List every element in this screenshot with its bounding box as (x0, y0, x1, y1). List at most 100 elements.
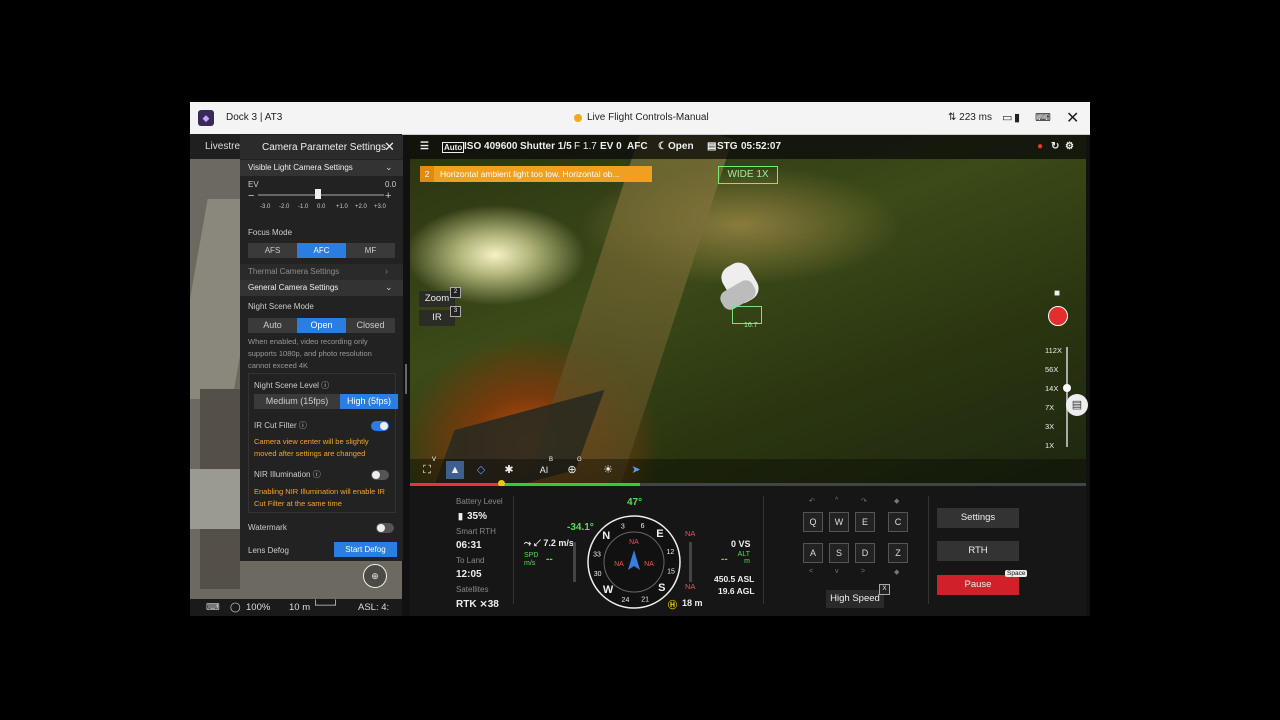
ev-slider[interactable] (258, 189, 384, 199)
compass-label: 6 (641, 523, 645, 530)
segment-option[interactable]: AFS (248, 243, 297, 258)
na-label: NA (614, 561, 624, 568)
rotate-left-icon: ↶ (809, 498, 815, 505)
target-distance: 16.7 (744, 322, 758, 329)
panel-scrollbar[interactable] (405, 364, 407, 394)
high-speed-button[interactable]: High Speed X (826, 584, 890, 608)
night-status: Open (668, 141, 694, 152)
thermal-section[interactable]: Thermal Camera Settings › (240, 264, 403, 280)
zoom-level-label[interactable]: 14X (1045, 384, 1058, 393)
zoom-level-label[interactable]: 56X (1045, 365, 1058, 374)
dock-logo-icon: ◆ (198, 110, 214, 126)
night-level-text: Night Scene Level (254, 381, 319, 390)
key-w[interactable]: W (829, 512, 849, 532)
settings-button[interactable]: Settings (937, 508, 1019, 528)
ev-tick-label: 0.0 (317, 204, 326, 210)
refresh-icon[interactable]: ↻ (1051, 141, 1059, 152)
segment-option[interactable]: High (5fps) (340, 394, 398, 409)
spd-label: SPD m/s (524, 552, 539, 567)
brightness-icon[interactable]: ☀ (599, 461, 617, 479)
spd-value: -- (546, 554, 553, 565)
panel-close-button[interactable]: ✕ (384, 139, 395, 155)
section-label: General Camera Settings (248, 283, 339, 292)
storage-icon: ▤ (707, 141, 717, 152)
map-terrain (190, 469, 245, 529)
keyboard-small-icon[interactable]: ⌨ (206, 602, 220, 613)
key-q[interactable]: Q (803, 512, 823, 532)
diamond-icon[interactable]: ◇ (472, 461, 490, 479)
na-label: NA (685, 529, 696, 538)
segment-option[interactable]: Medium (15fps) (254, 394, 340, 409)
screen-icon[interactable]: ▭ (1002, 111, 1012, 124)
warning-banner[interactable]: 2 Horizontal ambient light too low. Hori… (420, 166, 652, 182)
compass-label: 3 (621, 524, 625, 531)
target-icon[interactable]: ⊕ (563, 461, 581, 479)
home-icon: Ⓗ (668, 600, 678, 610)
ir-lens-button[interactable]: IR 3 (419, 306, 461, 326)
key-c[interactable]: C (888, 512, 908, 532)
record-button[interactable] (1048, 306, 1068, 326)
zoom-level-label[interactable]: 3X (1045, 422, 1054, 431)
info-icon[interactable]: ⓘ (313, 470, 321, 479)
pause-button[interactable]: Pause (937, 575, 1019, 595)
key-a[interactable]: A (803, 543, 823, 563)
night-level-selector: Medium (15fps) High (5fps) (254, 394, 398, 409)
key-d[interactable]: D (855, 543, 875, 563)
general-section[interactable]: General Camera Settings ⌄ (240, 280, 403, 296)
zoom-level-label[interactable]: 1X (1045, 441, 1054, 450)
zoom-knob[interactable] (1063, 384, 1071, 392)
ev-tick-label: -3.0 (260, 204, 271, 210)
segment-option[interactable]: AFC (297, 243, 346, 258)
minus-icon[interactable]: − (248, 190, 254, 202)
info-icon[interactable]: ⓘ (299, 421, 307, 430)
ev-tick-label: -2.0 (279, 204, 290, 210)
rth-button[interactable]: RTH (937, 541, 1019, 561)
start-defog-button[interactable]: Start Defog (334, 542, 397, 557)
battery-ring-icon: ◯ (230, 602, 241, 613)
heading-value: 47° (627, 497, 643, 508)
key-s[interactable]: S (829, 543, 849, 563)
to-land-value: 12:05 (456, 569, 482, 580)
divider (513, 496, 514, 604)
navigation-icon[interactable]: ➤ (627, 461, 645, 479)
key-z[interactable]: Z (888, 543, 908, 563)
slider-thumb[interactable] (315, 189, 321, 199)
ev-label: EV (248, 180, 259, 189)
moon-icon: ☾ (658, 141, 667, 152)
battery-value: 35% (467, 511, 488, 522)
fullscreen-icon[interactable]: ⛶ (418, 461, 436, 479)
map-overlay-icon[interactable]: ▲ (446, 461, 464, 479)
segment-option[interactable]: Closed (346, 318, 395, 333)
settings-sliders-icon[interactable]: ☰ (420, 141, 429, 152)
gear-icon[interactable]: ⚙ (1065, 141, 1074, 152)
zoom-level-label[interactable]: 112X (1045, 346, 1062, 355)
zoom-lens-button[interactable]: Zoom 2 (419, 287, 461, 307)
video-camera-icon[interactable]: ■ (1054, 288, 1060, 299)
to-land-label: To Land (456, 556, 485, 565)
camera-status-bar: ☰ Auto ISO 409600 Shutter 1/5 F 1.7 EV 0… (410, 135, 1086, 159)
info-icon[interactable]: ⓘ (321, 381, 329, 390)
visible-light-section[interactable]: Visible Light Camera Settings ⌄ (240, 160, 403, 176)
plus-icon[interactable]: + (385, 190, 391, 202)
segment-option[interactable]: Auto (248, 318, 297, 333)
close-button[interactable]: ✕ (1066, 108, 1079, 128)
nir-toggle[interactable] (371, 470, 389, 480)
tool-row: ⛶ V ▲ ◇ ✱ AI B ⊕ G ☀ ➤ (410, 457, 1086, 483)
ai-icon[interactable]: AI (535, 461, 553, 479)
segment-option[interactable]: Open (297, 318, 346, 333)
keyboard-icon[interactable]: ⌨ (1035, 111, 1051, 124)
map-compass-icon[interactable]: ⊕ (363, 564, 387, 588)
chat-icon[interactable]: ▤ (1066, 394, 1088, 416)
record-dot-icon: ● (1037, 141, 1044, 152)
chevron-down-icon: ⌄ (385, 162, 393, 172)
alt-label: ALT m (737, 551, 750, 565)
down-arrow-icon: v (835, 568, 839, 575)
segment-option[interactable]: MF (346, 243, 395, 258)
compass-label: S (658, 582, 665, 594)
compass-label: 15 (667, 569, 675, 576)
key-e[interactable]: E (855, 512, 875, 532)
snowflake-icon[interactable]: ✱ (500, 461, 518, 479)
ir-cut-toggle[interactable] (371, 421, 389, 431)
zoom-level-label[interactable]: 7X (1045, 403, 1054, 412)
watermark-toggle[interactable] (376, 523, 394, 533)
